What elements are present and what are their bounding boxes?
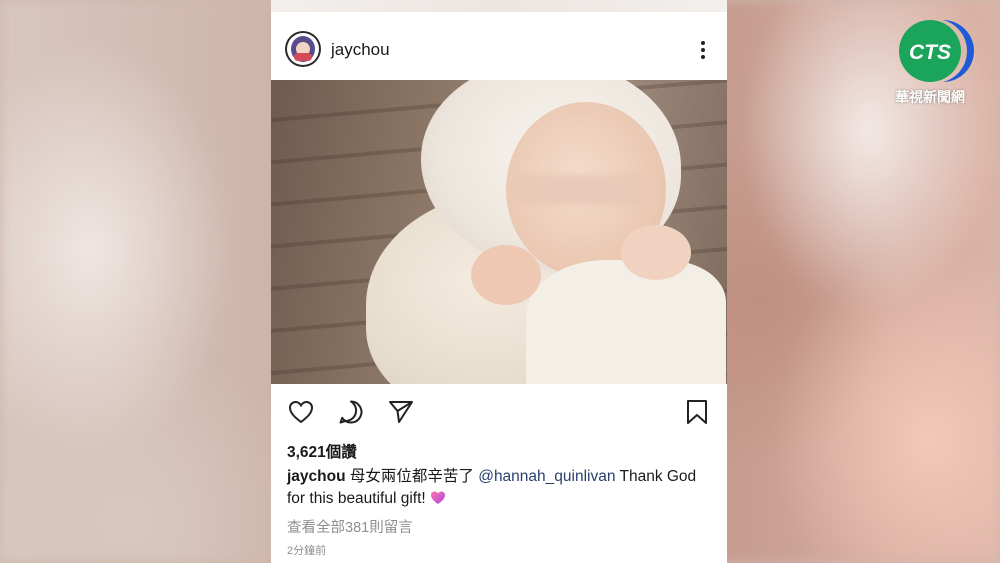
more-options-icon[interactable] bbox=[695, 38, 711, 62]
post-caption: jaychou 母女兩位都辛苦了 @hannah_quinlivan Thank… bbox=[287, 466, 707, 510]
post-photo[interactable] bbox=[271, 80, 727, 384]
previous-post-edge bbox=[271, 0, 727, 12]
caption-text: 母女兩位都辛苦了 bbox=[345, 468, 479, 485]
cts-logo-mark: CTS bbox=[899, 20, 974, 82]
cts-logo: CTS 華視新聞網 bbox=[895, 18, 981, 105]
cts-logo-text: CTS bbox=[909, 41, 951, 64]
avatar[interactable] bbox=[285, 31, 321, 67]
instagram-post: jaychou 3,621個讚 jaychou 母女兩位都辛苦了 @hannah… bbox=[271, 0, 727, 563]
post-timestamp: 2分鐘前 bbox=[287, 545, 327, 557]
post-actions bbox=[271, 392, 727, 430]
like-count[interactable]: 3,621個讚 bbox=[287, 440, 357, 462]
bookmark-icon[interactable] bbox=[683, 398, 711, 426]
caption-username[interactable]: jaychou bbox=[287, 468, 346, 485]
view-comments-link[interactable]: 查看全部381則留言 bbox=[287, 516, 413, 537]
sparkling-heart-icon bbox=[430, 490, 446, 505]
heart-icon[interactable] bbox=[287, 398, 315, 426]
send-icon[interactable] bbox=[387, 398, 415, 426]
post-username[interactable]: jaychou bbox=[331, 40, 390, 60]
comment-icon[interactable] bbox=[337, 398, 365, 426]
caption-mention[interactable]: @hannah_quinlivan bbox=[478, 468, 615, 485]
broadcaster-caption: 華視新聞網 bbox=[895, 89, 965, 105]
post-header: jaychou bbox=[271, 22, 727, 78]
